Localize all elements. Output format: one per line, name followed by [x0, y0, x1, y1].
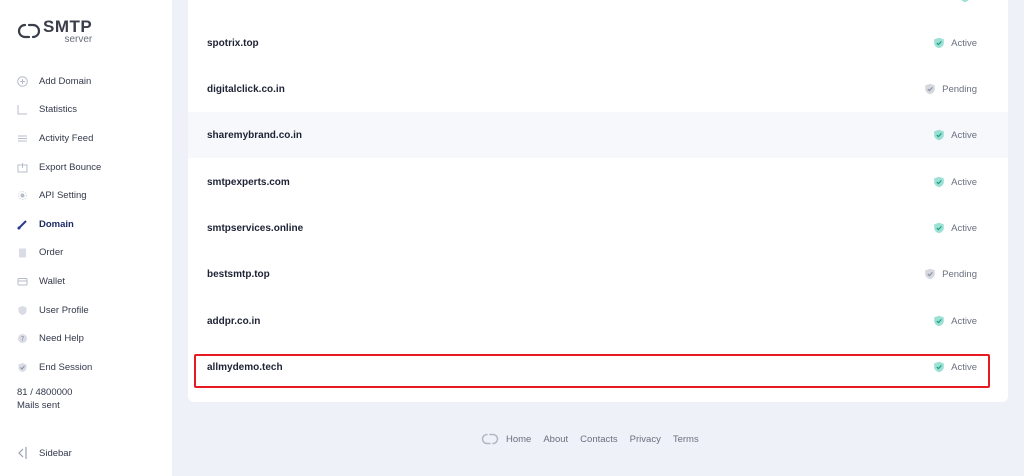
svg-text:?: ?	[21, 335, 25, 343]
sidebar-toggle-label: Sidebar	[39, 447, 72, 459]
sidebar-item-label: Order	[39, 247, 64, 259]
domain-row[interactable]: smtpservices.online Active	[188, 205, 1008, 251]
sidebar-item-label: Add Domain	[39, 75, 92, 87]
domain-name[interactable]: bestsmtp.top	[207, 269, 270, 280]
brand-sub: server	[64, 34, 93, 45]
domain-name[interactable]: spotrix.top	[207, 38, 259, 49]
status-badge: Active	[933, 129, 977, 141]
domain-row-partial	[188, 0, 1008, 20]
plus-circle-icon	[17, 75, 28, 87]
tag-icon	[17, 219, 28, 230]
domain-row[interactable]: bestsmtp.top Pending	[188, 251, 1008, 297]
sidebar-item-label: API Setting	[39, 190, 87, 202]
sidebar-item-user-profile[interactable]: User Profile	[0, 296, 172, 325]
domain-row[interactable]: addpr.co.in Active	[188, 298, 1008, 344]
domain-row[interactable]: spotrix.top Active	[188, 20, 1008, 66]
wallet-icon	[17, 276, 28, 287]
sidebar-item-label: User Profile	[39, 304, 89, 316]
logo-icon	[17, 23, 41, 39]
domain-row[interactable]: sharemybrand.co.in Active	[188, 112, 1008, 158]
status-badge: Pending	[924, 268, 977, 280]
sidebar-item-domain[interactable]: Domain	[0, 210, 172, 239]
sidebar-item-add-domain[interactable]: Add Domain	[0, 67, 172, 96]
gear-icon	[17, 190, 28, 201]
shield-check-active-icon	[933, 315, 945, 327]
status-text: Active	[951, 222, 977, 234]
shield-icon	[17, 305, 28, 316]
sidebar-item-label: Wallet	[39, 275, 66, 287]
sidebar-item-end-session[interactable]: End Session	[0, 353, 172, 382]
status-badge: Active	[933, 315, 977, 327]
sidebar-item-label: Activity Feed	[39, 132, 94, 144]
shield-check-active-icon	[933, 129, 945, 141]
status-text: Active	[951, 315, 977, 327]
footer-link-privacy[interactable]: Privacy	[630, 434, 661, 445]
sidebar-item-label: Export Bounce	[39, 161, 102, 173]
shield-check-pending-icon	[924, 83, 936, 95]
shield-check-pending-icon	[924, 268, 936, 280]
domain-name[interactable]: sharemybrand.co.in	[207, 130, 302, 141]
export-icon	[17, 162, 28, 173]
shield-check-icon	[17, 362, 28, 373]
footer-link-home[interactable]: Home	[506, 434, 531, 445]
sidebar-item-api-setting[interactable]: API Setting	[0, 181, 172, 210]
sidebar-item-wallet[interactable]: Wallet	[0, 267, 172, 296]
mails-sent: 81 / 4800000 Mails sent	[17, 386, 72, 412]
domain-row[interactable]: smtpexperts.com Active	[188, 159, 1008, 205]
footer-logo-icon	[481, 433, 499, 445]
domain-name[interactable]: addpr.co.in	[207, 316, 260, 327]
domain-name[interactable]: smtpservices.online	[207, 223, 303, 234]
status-text: Active	[951, 176, 977, 188]
status-badge	[959, 0, 977, 3]
sidebar-item-export-bounce[interactable]: Export Bounce	[0, 153, 172, 182]
sidebar-toggle-button[interactable]: Sidebar	[17, 446, 72, 460]
sidebar-item-label: End Session	[39, 361, 93, 373]
clipboard-icon	[17, 247, 28, 258]
status-text: Pending	[942, 83, 977, 95]
shield-check-active-icon	[933, 222, 945, 234]
domain-row[interactable]: digitalclick.co.in Pending	[188, 66, 1008, 112]
sidebar-item-label: Statistics	[39, 104, 78, 116]
collapse-sidebar-icon	[17, 446, 28, 460]
chart-icon	[17, 104, 28, 115]
list-icon	[17, 133, 28, 144]
sidebar-item-label: Need Help	[39, 333, 84, 345]
mails-count: 81 / 4800000	[17, 387, 73, 398]
sidebar-item-label: Domain	[39, 218, 74, 230]
brand-logo[interactable]: SMTP server	[17, 18, 92, 46]
sidebar-item-activity-feed[interactable]: Activity Feed	[0, 124, 172, 153]
sidebar-item-statistics[interactable]: Statistics	[0, 96, 172, 125]
sidebar-item-need-help[interactable]: ? Need Help	[0, 324, 172, 353]
footer-link-about[interactable]: About	[543, 434, 568, 445]
footer: Home About Contacts Privacy Terms	[481, 432, 711, 446]
brand-name: SMTP	[43, 17, 93, 36]
shield-check-active-icon	[959, 0, 971, 3]
status-badge: Active	[933, 176, 977, 188]
footer-link-contacts[interactable]: Contacts	[580, 434, 618, 445]
domain-list-card: spotrix.top Active digitalclick.co.in Pendi…	[188, 0, 1008, 402]
sidebar-item-order[interactable]: Order	[0, 239, 172, 268]
footer-link-terms[interactable]: Terms	[673, 434, 699, 445]
shield-check-active-icon	[933, 37, 945, 49]
selection-highlight	[194, 354, 990, 388]
sidebar-nav: Add Domain Statistics Activity Feed Export …	[0, 67, 172, 382]
shield-check-active-icon	[933, 176, 945, 188]
status-text: Active	[951, 129, 977, 141]
status-badge: Pending	[924, 83, 977, 95]
status-text: Pending	[942, 268, 977, 280]
domain-name[interactable]: smtpexperts.com	[207, 177, 290, 188]
domain-name[interactable]: digitalclick.co.in	[207, 84, 285, 95]
status-badge: Active	[933, 37, 977, 49]
status-text: Active	[951, 37, 977, 49]
status-badge: Active	[933, 222, 977, 234]
sidebar: SMTP server Add Domain Statistics Activity…	[0, 0, 172, 476]
help-icon: ?	[17, 333, 28, 344]
mails-label: Mails sent	[17, 400, 60, 411]
